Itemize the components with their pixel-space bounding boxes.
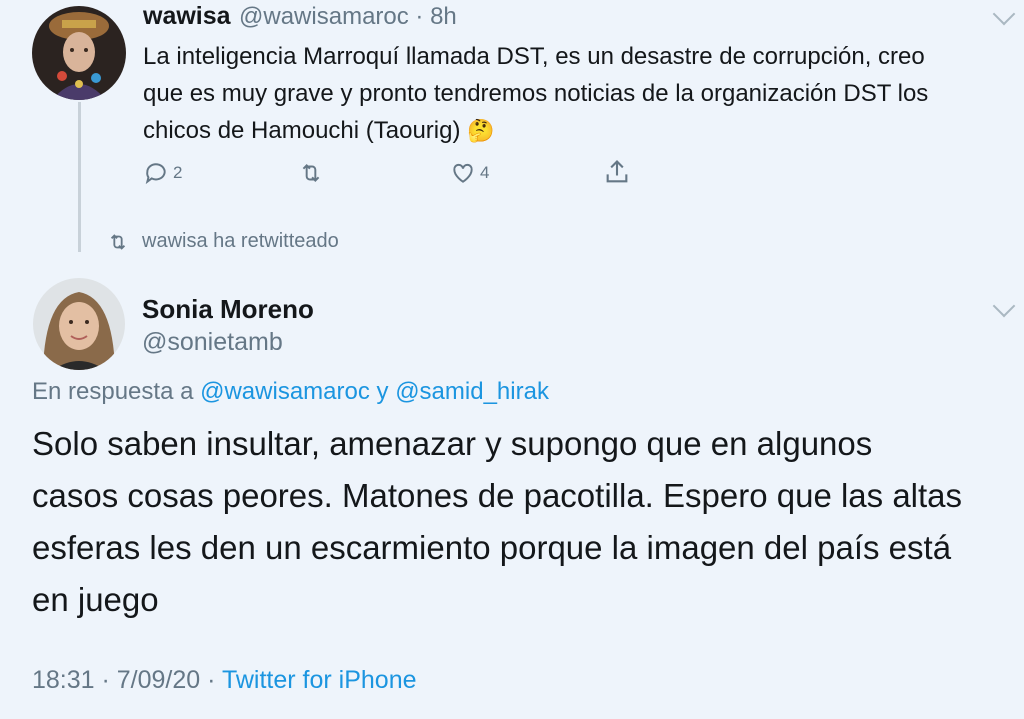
author-name[interactable]: wawisa bbox=[143, 2, 231, 30]
reply-user-link[interactable]: @wawisamaroc bbox=[200, 378, 370, 405]
retweet-icon bbox=[110, 233, 126, 250]
reply-button[interactable]: 2 bbox=[143, 160, 182, 186]
retweet-notice[interactable]: wawisa ha retwitteado bbox=[106, 230, 339, 253]
tweet2-author-handle[interactable]: @sonietamb bbox=[142, 328, 283, 357]
retweet-label: wawisa ha retwitteado bbox=[142, 230, 339, 252]
timestamp[interactable]: 18:31 · 7/09/20 · bbox=[32, 666, 215, 694]
tweet1-text: La inteligencia Marroquí llamada DST, es… bbox=[143, 38, 1013, 149]
like-icon bbox=[453, 163, 473, 183]
avatar-sonia[interactable] bbox=[33, 278, 125, 370]
tweet2-text: Solo saben insultar, amenazar y supongo … bbox=[32, 418, 1012, 626]
tweet1-line: que es muy grave y pronto tendremos noti… bbox=[143, 80, 929, 107]
reply-icon bbox=[145, 163, 166, 185]
retweet-button[interactable] bbox=[297, 160, 325, 186]
author-handle-time[interactable]: @wawisamaroc · 8h bbox=[239, 3, 457, 30]
chevron-down-icon[interactable] bbox=[992, 294, 1016, 318]
reply-count: 2 bbox=[173, 163, 183, 182]
reply-prefix: En respuesta a bbox=[32, 378, 194, 405]
tweet2-line: Solo saben insultar, amenazar y supongo … bbox=[32, 425, 873, 462]
thread-line bbox=[78, 102, 81, 252]
tweet2-line: esferas les den un escarmiento porque la… bbox=[32, 529, 952, 566]
tweet2-line: en juego bbox=[32, 581, 159, 618]
share-button[interactable] bbox=[603, 158, 631, 186]
tweet1-line: La inteligencia Marroquí llamada DST, es… bbox=[143, 43, 925, 70]
like-button[interactable]: 4 bbox=[450, 160, 489, 186]
source-link[interactable]: Twitter for iPhone bbox=[222, 666, 417, 694]
like-count: 4 bbox=[480, 163, 490, 182]
reply-context: En respuesta a @wawisamaroc y @samid_hir… bbox=[32, 378, 549, 406]
thinking-emoji: 🤔 bbox=[467, 118, 495, 143]
reply-and: y bbox=[376, 378, 389, 405]
tweet-meta: 18:31 · 7/09/20 · Twitter for iPhone bbox=[32, 666, 417, 695]
reply-user-link[interactable]: @samid_hirak bbox=[395, 378, 549, 405]
share-icon bbox=[606, 160, 628, 183]
retweet-icon bbox=[302, 164, 320, 182]
tweet2-line: casos cosas peores. Matones de pacotilla… bbox=[32, 477, 963, 514]
tweet1-header: wawisa @wawisamaroc · 8h bbox=[143, 2, 457, 31]
chevron-down-icon[interactable] bbox=[992, 2, 1016, 26]
tweet1-line: chicos de Hamouchi (Taourig) 🤔 bbox=[143, 117, 495, 144]
tweet2-author-name[interactable]: Sonia Moreno bbox=[142, 294, 314, 325]
avatar-wawisa[interactable] bbox=[32, 6, 126, 100]
